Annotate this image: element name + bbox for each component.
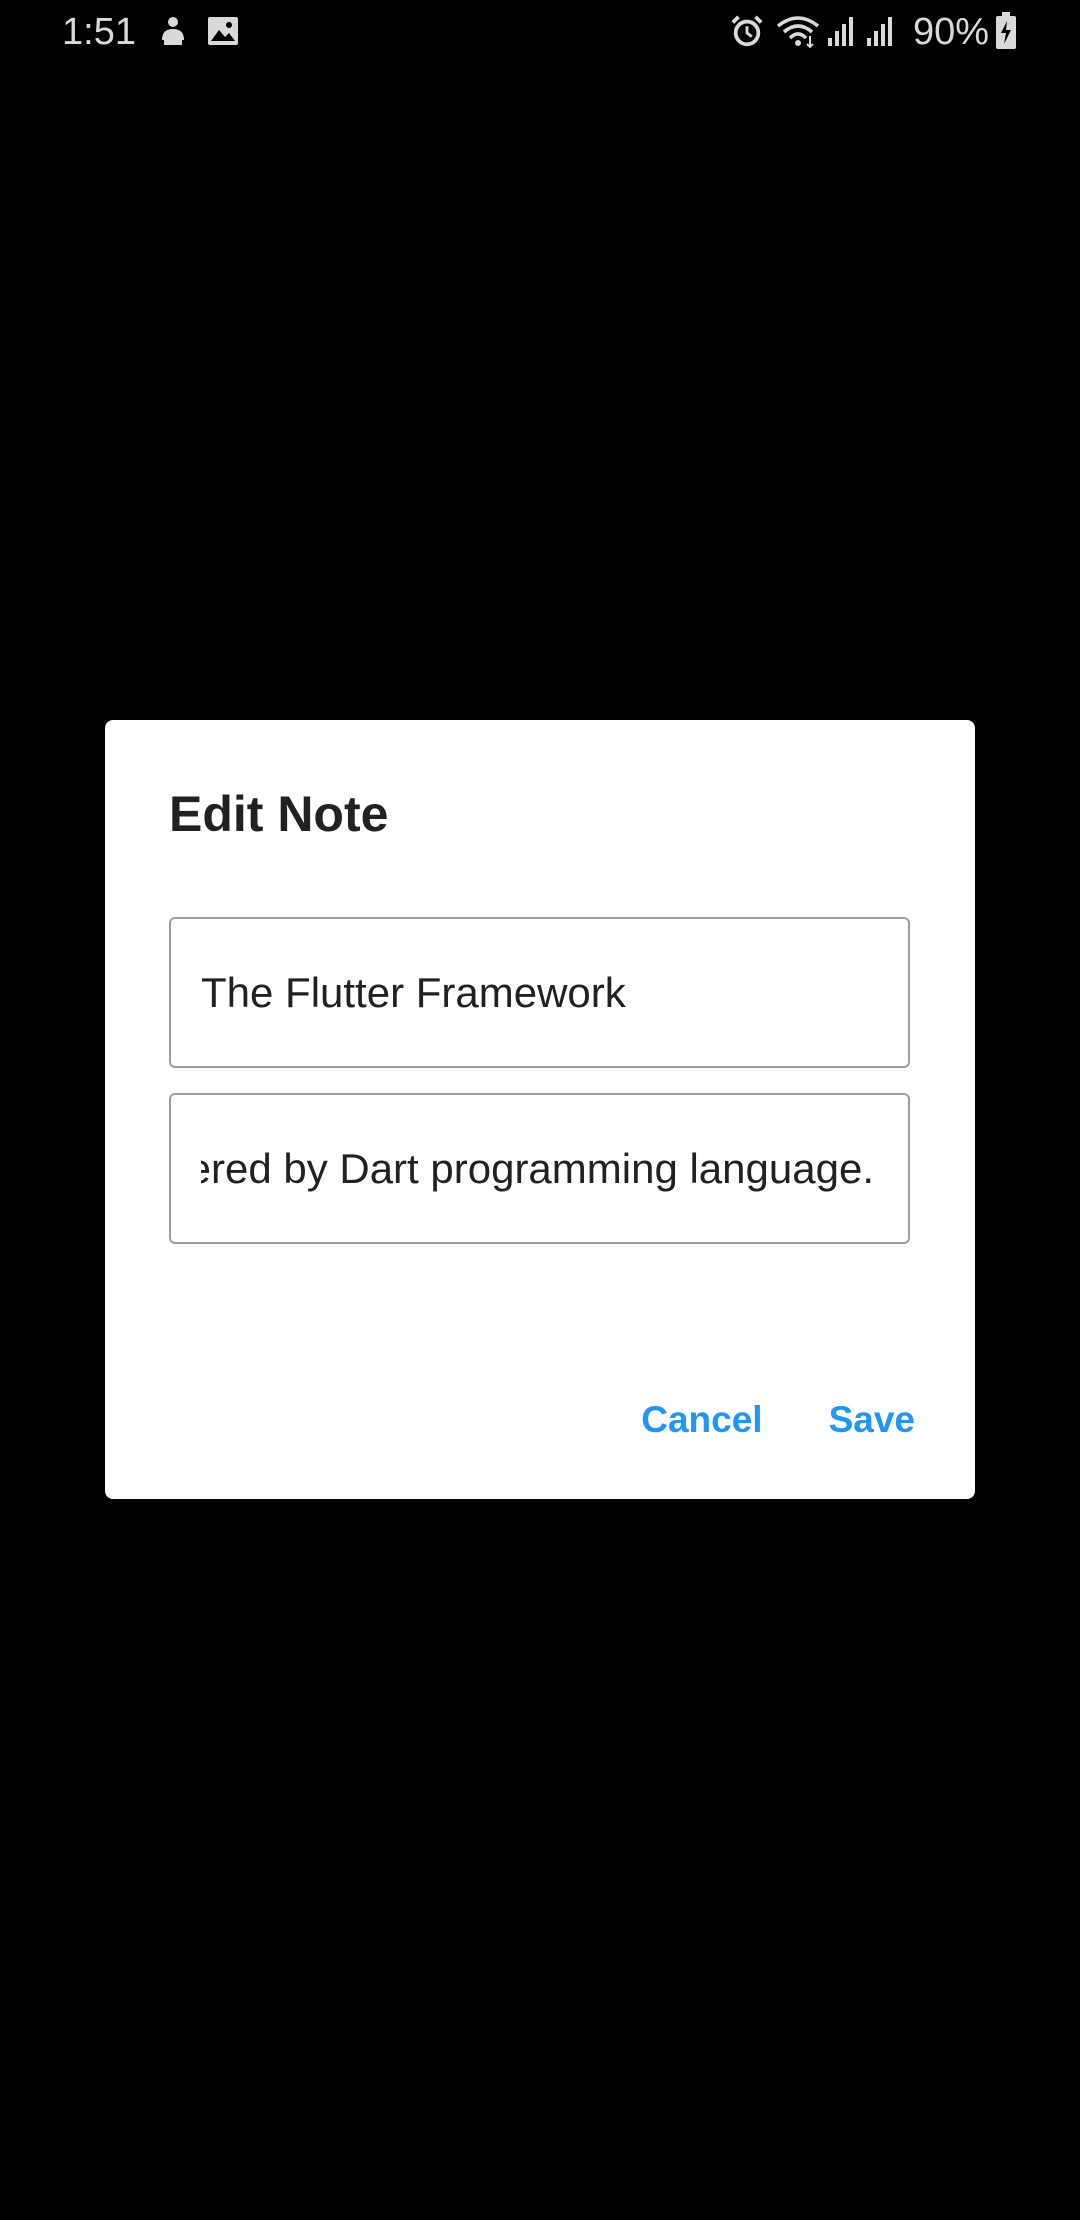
signal-icon — [828, 17, 853, 46]
note-title-input[interactable] — [201, 919, 878, 1066]
dialog-actions: Cancel Save — [625, 1380, 931, 1460]
edit-note-dialog: Edit Note ered by Dart programming langu… — [105, 720, 975, 1499]
screen: 1:51 90% Edit Note The Flutter Framework… — [0, 0, 1080, 2220]
note-title-field[interactable] — [169, 917, 910, 1068]
battery-charging-icon — [996, 12, 1016, 49]
note-body-text: ered by Dart programming language. — [201, 1144, 874, 1192]
save-button[interactable]: Save — [813, 1389, 931, 1451]
cancel-button[interactable]: Cancel — [625, 1389, 778, 1451]
image-icon — [208, 17, 238, 45]
signal-icon — [867, 17, 892, 46]
dialog-title: Edit Note — [169, 786, 389, 842]
alarm-icon — [731, 15, 763, 47]
status-bar: 1:51 90% — [0, 0, 1080, 64]
note-body-field[interactable]: ered by Dart programming language. — [169, 1093, 910, 1244]
status-time: 1:51 — [62, 11, 136, 53]
note-body-input[interactable]: ered by Dart programming language. — [201, 1095, 908, 1242]
wifi-icon — [776, 16, 820, 48]
usb-debug-icon — [162, 17, 184, 45]
battery-percent: 90% — [913, 11, 990, 53]
